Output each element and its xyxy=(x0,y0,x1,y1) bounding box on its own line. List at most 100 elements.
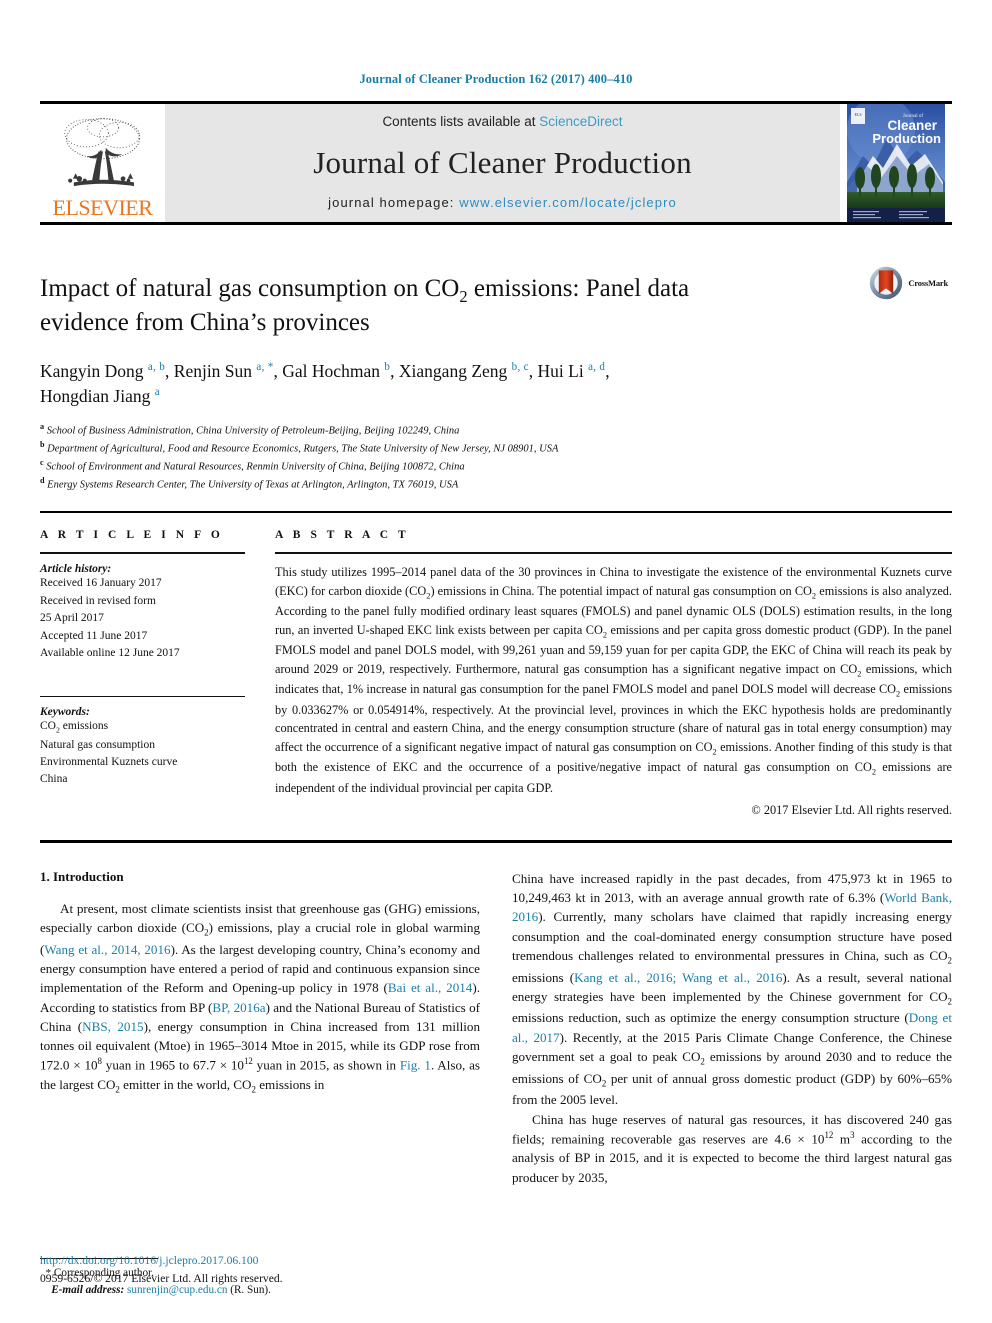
article-info-rule xyxy=(40,552,245,555)
affiliation-text: School of Environment and Natural Resour… xyxy=(46,461,465,473)
svg-text:Production: Production xyxy=(872,131,941,146)
section-heading-introduction: 1. Introduction xyxy=(40,868,124,884)
author-name: Xiangang Zeng xyxy=(398,361,508,382)
article-page: Journal of Cleaner Production 162 (2017)… xyxy=(0,0,992,1323)
elsevier-logo: ELSEVIER xyxy=(40,104,165,222)
intro-paragraph-right-1: China have increased rapidly in the past… xyxy=(512,870,953,1108)
author-name: Renjin Sun xyxy=(173,361,253,382)
article-info-heading: A R T I C L E I N F O xyxy=(40,529,224,542)
affiliation-mark: a xyxy=(40,421,45,431)
running-head: Journal of Cleaner Production 162 (2017)… xyxy=(359,72,633,86)
abstract-rule xyxy=(275,552,952,555)
affiliation-item: d Energy Systems Research Center, The Un… xyxy=(40,475,952,493)
citation-link[interactable]: Dong et al., 2017 xyxy=(512,1010,952,1044)
article-history-item: 25 April 2017 xyxy=(40,612,104,625)
title-line-2: evidence from China’s provinces xyxy=(40,309,370,337)
affiliation-item: b Department of Agricultural, Food and R… xyxy=(40,439,952,457)
title-block: CrossMark Impact of natural gas consumpt… xyxy=(40,266,952,493)
abstract-column: A B S T R A C T This study utilizes 1995… xyxy=(275,529,952,818)
journal-masthead: ELSEVIER Contents lists available at Sci… xyxy=(40,101,952,225)
citation-link[interactable]: Kang et al., 2016; Wang et al., 2016 xyxy=(574,970,782,985)
doi-link[interactable]: http://dx.doi.org/10.1016/j.jclepro.2017… xyxy=(40,1252,480,1269)
author-affil-marks: b, c xyxy=(511,361,529,374)
elsevier-tree-icon xyxy=(63,118,140,187)
article-info-column: A R T I C L E I N F O Article history: R… xyxy=(40,529,245,818)
contents-prefix: Contents lists available at xyxy=(382,114,540,129)
author-name: Gal Hochman xyxy=(282,361,380,382)
title-subscript: 2 xyxy=(459,287,468,306)
author-affil-marks: a, d xyxy=(588,361,606,374)
abstract-copyright: © 2017 Elsevier Ltd. All rights reserved… xyxy=(751,803,952,818)
article-history-item: Received 16 January 2017 xyxy=(40,577,162,590)
keywords-rule xyxy=(40,695,245,698)
abstract-bottom-rule xyxy=(40,840,952,843)
keywords-label: Keywords: xyxy=(40,706,90,719)
masthead-center: Contents lists available at ScienceDirec… xyxy=(165,104,840,222)
keyword-item: China xyxy=(40,773,68,786)
title-part-2: emissions: Panel data xyxy=(467,275,690,302)
author-affil-marks: a, * xyxy=(256,361,274,374)
article-history-item: Accepted 11 June 2017 xyxy=(40,629,148,642)
affiliation-mark: d xyxy=(40,475,45,485)
author-item[interactable]: Hui Li a, d xyxy=(538,361,606,381)
author-affil-marks: a, b xyxy=(147,361,166,374)
author-sep: , xyxy=(528,361,538,382)
body-left-column: 1. Introduction At present, most climate… xyxy=(40,869,480,1299)
issn-copyright: 0959-6526/© 2017 Elsevier Ltd. All right… xyxy=(40,1271,283,1285)
affiliation-mark: c xyxy=(40,457,44,467)
author-item[interactable]: Gal Hochman b xyxy=(282,361,390,381)
info-abstract-block: A R T I C L E I N F O Article history: R… xyxy=(40,529,952,818)
author-name: Kangyin Dong xyxy=(40,361,144,382)
affiliation-text: School of Business Administration, China… xyxy=(46,425,460,437)
article-history-label: Article history: xyxy=(40,563,112,576)
keyword-item: CO2 emissions xyxy=(40,718,245,736)
keyword-co2-prefix: CO xyxy=(40,720,56,733)
citation-link[interactable]: World Bank, 2016 xyxy=(512,890,952,924)
author-affil-marks: a xyxy=(154,386,160,399)
affiliation-list: a School of Business Administration, Chi… xyxy=(40,421,952,493)
sciencedirect-link[interactable]: ScienceDirect xyxy=(539,114,622,129)
page-title: Impact of natural gas consumption on CO2… xyxy=(40,273,780,339)
keyword-item: Natural gas consumption xyxy=(40,738,155,751)
contents-available-line: Contents lists available at ScienceDirec… xyxy=(382,114,622,129)
citation-link[interactable]: Bai et al., 2014 xyxy=(388,980,472,995)
author-sep: , xyxy=(605,361,610,382)
title-part-1: Impact of natural gas consumption on CO xyxy=(40,275,460,302)
homepage-link[interactable]: www.elsevier.com/locate/jclepro xyxy=(459,195,677,210)
author-item[interactable]: Hongdian Jiang a xyxy=(40,386,160,406)
journal-cover-thumbnail: ELS Journal of Cleaner Production xyxy=(840,104,952,222)
author-item[interactable]: Kangyin Dong a, b xyxy=(40,361,165,381)
crossmark-label: CrossMark xyxy=(908,278,948,288)
intro-paragraph-right-2: China has huge reserves of natural gas r… xyxy=(512,1111,953,1185)
affiliation-item: c School of Environment and Natural Reso… xyxy=(40,457,952,475)
article-body: 1. Introduction At present, most climate… xyxy=(40,869,952,1299)
crossmark-icon xyxy=(870,266,903,300)
author-item[interactable]: Renjin Sun a, * xyxy=(174,361,274,381)
affiliation-text: Department of Agricultural, Food and Res… xyxy=(47,443,559,455)
author-sep: , xyxy=(273,361,283,382)
affiliation-mark: b xyxy=(40,439,45,449)
svg-text:ELS: ELS xyxy=(854,112,861,117)
citation-link[interactable]: NBS, 2015 xyxy=(82,1019,143,1034)
keyword-item: Environmental Kuznets curve xyxy=(40,756,178,768)
affiliation-item: a School of Business Administration, Chi… xyxy=(40,421,952,439)
crossmark-badge[interactable]: CrossMark xyxy=(868,265,948,301)
citation-link[interactable]: Wang et al., 2014, 2016 xyxy=(44,942,170,957)
masthead-bottom-rule xyxy=(40,222,952,225)
citation-link[interactable]: BP, 2016a xyxy=(212,1000,265,1015)
affiliation-text: Energy Systems Research Center, The Univ… xyxy=(47,479,459,491)
author-name: Hongdian Jiang xyxy=(40,385,151,406)
body-right-column: China have increased rapidly in the past… xyxy=(512,869,952,1299)
abstract-text: This study utilizes 1995–2014 panel data… xyxy=(275,565,952,796)
homepage-prefix: journal homepage: xyxy=(328,195,460,210)
citation-link[interactable]: Fig. 1 xyxy=(400,1058,431,1073)
author-sep: , xyxy=(165,361,174,382)
author-name: Hui Li xyxy=(537,361,584,382)
journal-title: Journal of Cleaner Production xyxy=(313,144,692,180)
author-item[interactable]: Xiangang Zeng b, c xyxy=(399,361,529,381)
abstract-heading: A B S T R A C T xyxy=(275,529,410,542)
info-top-rule xyxy=(40,510,952,514)
elsevier-wordmark: ELSEVIER xyxy=(52,195,153,220)
article-history-item: Available online 12 June 2017 xyxy=(40,647,180,660)
journal-cover-image: ELS Journal of Cleaner Production xyxy=(847,104,945,222)
